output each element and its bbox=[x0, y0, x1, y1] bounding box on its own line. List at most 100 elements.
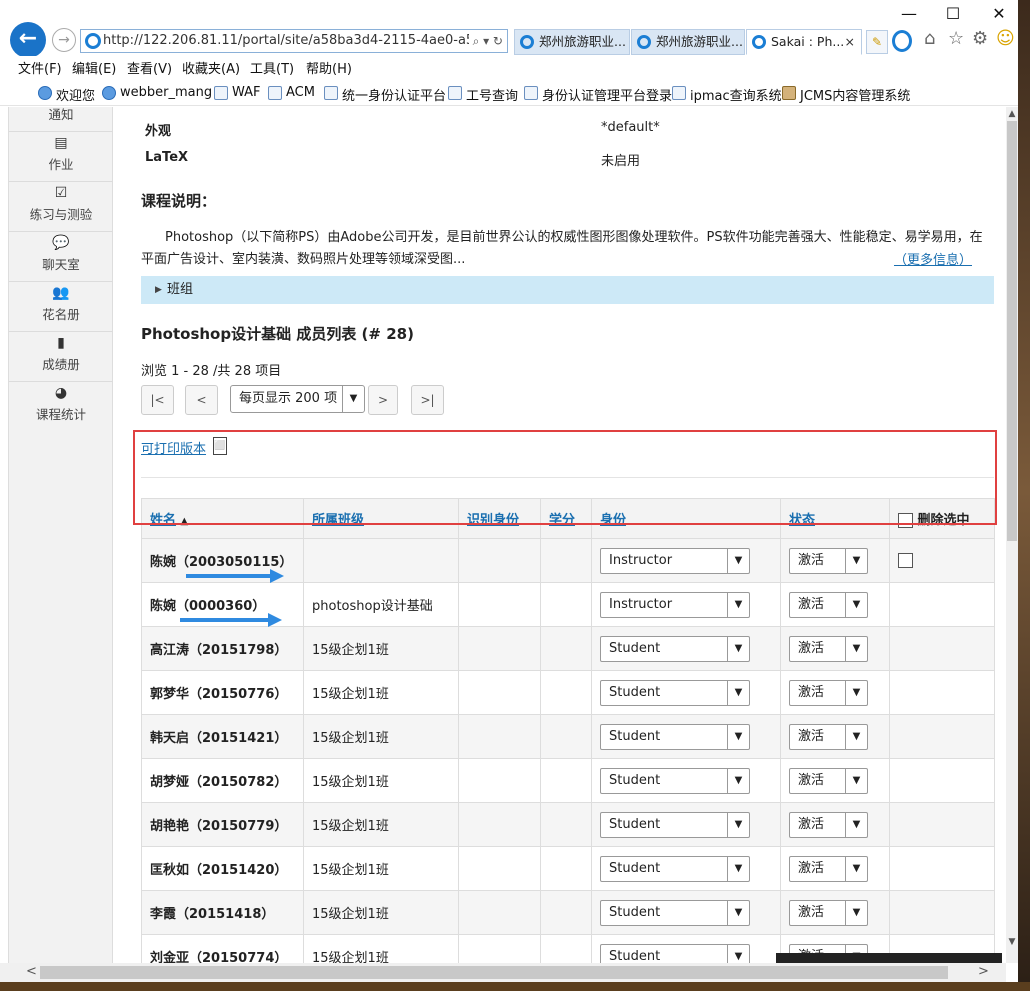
tab-label: 郑州旅游职业... bbox=[539, 34, 626, 49]
status-select[interactable]: 激活 ▼ bbox=[789, 635, 868, 662]
sidebar-item-statistics[interactable]: ◕ 课程统计 bbox=[9, 382, 113, 432]
scroll-right-icon[interactable]: > bbox=[978, 964, 989, 979]
next-page-button[interactable]: > bbox=[368, 385, 398, 415]
menu-tools[interactable]: 工具(T) bbox=[250, 58, 294, 77]
menu-favorites[interactable]: 收藏夹(A) bbox=[182, 58, 240, 77]
member-class: 15级企划1班 bbox=[303, 714, 459, 759]
role-value: Student bbox=[609, 860, 661, 876]
scroll-down-icon[interactable]: ▼ bbox=[1006, 937, 1018, 947]
sidebar-item-roster[interactable]: 👥 花名册 bbox=[9, 282, 113, 332]
tab-1[interactable]: 郑州旅游职业... bbox=[514, 29, 630, 55]
member-identity bbox=[458, 846, 541, 891]
status-select[interactable]: 激活 ▼ bbox=[789, 591, 868, 618]
fav-auth-login[interactable]: 身份认证管理平台登录 bbox=[524, 85, 672, 104]
chevron-down-icon: ▼ bbox=[727, 812, 749, 837]
fav-identity-platform[interactable]: 统一身份认证平台 bbox=[324, 85, 446, 104]
role-select[interactable]: Student ▼ bbox=[600, 899, 750, 926]
home-icon[interactable]: ⌂ bbox=[924, 28, 935, 49]
member-delete-cell bbox=[889, 538, 995, 583]
role-select[interactable]: Student ▼ bbox=[600, 855, 750, 882]
fav-welcome[interactable]: 欢迎您 bbox=[38, 85, 95, 104]
prev-page-button[interactable]: < bbox=[185, 385, 218, 415]
smiley-icon[interactable]: ☺ bbox=[996, 28, 1015, 49]
vertical-scrollbar[interactable]: ▲ ▼ bbox=[1006, 107, 1018, 963]
close-button[interactable]: ✕ bbox=[984, 4, 1014, 26]
page-size-select[interactable]: 每页显示 200 项 ▼ bbox=[230, 385, 365, 413]
member-role-cell: Student ▼ bbox=[591, 890, 781, 935]
vertical-scroll-thumb[interactable] bbox=[1007, 121, 1017, 541]
forward-arrow-icon[interactable]: → bbox=[52, 28, 76, 52]
member-role-cell: Student ▼ bbox=[591, 670, 781, 715]
role-select[interactable]: Instructor ▼ bbox=[600, 547, 750, 574]
new-tab-button[interactable]: ✎ bbox=[866, 30, 888, 54]
member-identity bbox=[458, 934, 541, 963]
menu-view[interactable]: 查看(V) bbox=[127, 58, 172, 77]
status-select[interactable]: 激活 ▼ bbox=[789, 767, 868, 794]
status-select[interactable]: 激活 ▼ bbox=[789, 547, 868, 574]
address-bar[interactable]: http://122.206.81.11/portal/site/a58ba3d… bbox=[80, 29, 508, 53]
member-class: 15级企划1班 bbox=[303, 758, 459, 803]
status-select[interactable]: 激活 ▼ bbox=[789, 811, 868, 838]
role-select[interactable]: Instructor ▼ bbox=[600, 591, 750, 618]
status-select[interactable]: 激活 ▼ bbox=[789, 723, 868, 750]
sidebar-item-chat[interactable]: 💬 聊天室 bbox=[9, 232, 113, 282]
minimize-button[interactable]: — bbox=[894, 4, 924, 26]
star-icon[interactable]: ☆ bbox=[948, 28, 964, 49]
notification-popup[interactable] bbox=[776, 953, 1002, 963]
chevron-down-icon: ▼ bbox=[845, 724, 867, 749]
status-value: 激活 bbox=[798, 772, 825, 788]
last-page-button[interactable]: >| bbox=[411, 385, 444, 415]
scroll-up-icon[interactable]: ▲ bbox=[1006, 109, 1018, 119]
horizontal-scrollbar[interactable]: < > bbox=[0, 963, 1006, 982]
more-info-link[interactable]: （更多信息） bbox=[894, 249, 972, 268]
back-arrow-icon[interactable]: ← bbox=[10, 22, 46, 58]
gear-icon[interactable]: ⚙ bbox=[972, 28, 988, 49]
sidebar-item-gradebook[interactable]: ▮ 成绩册 bbox=[9, 332, 113, 382]
role-select[interactable]: Student ▼ bbox=[600, 723, 750, 750]
fav-jcms[interactable]: JCMS内容管理系统 bbox=[782, 85, 910, 104]
chevron-down-icon: ▼ bbox=[727, 680, 749, 705]
status-select[interactable]: 激活 ▼ bbox=[789, 855, 868, 882]
role-select[interactable]: Student ▼ bbox=[600, 767, 750, 794]
role-select[interactable]: Student ▼ bbox=[600, 679, 750, 706]
tab-close-icon[interactable]: × bbox=[845, 30, 855, 54]
member-name: 韩天启（20151421） bbox=[141, 714, 304, 759]
ie-tab-icon bbox=[637, 35, 651, 49]
browse-count: 浏览 1 - 28 /共 28 项目 bbox=[141, 364, 282, 379]
delete-checkbox[interactable] bbox=[898, 553, 913, 568]
menu-edit[interactable]: 编辑(E) bbox=[72, 58, 116, 77]
fav-webber[interactable]: webber_mang bbox=[102, 85, 212, 100]
sidebar-item-label: 聊天室 bbox=[42, 257, 80, 272]
member-status-cell: 激活 ▼ bbox=[780, 714, 890, 759]
address-tools-icon[interactable]: ⌕ ▾ ↻ bbox=[468, 30, 503, 52]
tab-2[interactable]: 郑州旅游职业... bbox=[631, 29, 745, 55]
member-role-cell: Student ▼ bbox=[591, 714, 781, 759]
fav-acm[interactable]: ACM bbox=[268, 85, 315, 100]
horizontal-scroll-thumb[interactable] bbox=[40, 966, 948, 979]
role-select[interactable]: Student ▼ bbox=[600, 811, 750, 838]
fav-staff-id[interactable]: 工号查询 bbox=[448, 85, 518, 104]
role-select[interactable]: Student ▼ bbox=[600, 943, 750, 963]
status-select[interactable]: 激活 ▼ bbox=[789, 899, 868, 926]
tab-3-active[interactable]: Sakai : Ph... × bbox=[746, 29, 862, 55]
fav-ipmac[interactable]: ipmac查询系统 bbox=[672, 85, 782, 104]
sidebar-item-assignments[interactable]: ▤ 作业 bbox=[9, 132, 113, 182]
sidebar-item-tests[interactable]: ☑ 练习与测验 bbox=[9, 182, 113, 232]
role-value: Student bbox=[609, 816, 661, 832]
ie-icon[interactable] bbox=[892, 30, 912, 52]
chevron-down-icon: ▼ bbox=[845, 680, 867, 705]
member-delete-cell bbox=[889, 846, 995, 891]
member-role-cell: Instructor ▼ bbox=[591, 582, 781, 627]
first-page-button[interactable]: |< bbox=[141, 385, 174, 415]
menu-help[interactable]: 帮助(H) bbox=[306, 58, 352, 77]
role-select[interactable]: Student ▼ bbox=[600, 635, 750, 662]
group-toggle[interactable]: ▶ 班组 bbox=[141, 276, 994, 304]
scroll-left-icon[interactable]: < bbox=[26, 964, 37, 979]
fav-waf[interactable]: WAF bbox=[214, 85, 261, 100]
sidebar-item-notice[interactable]: ✉ 通知 bbox=[9, 107, 113, 132]
status-select[interactable]: 激活 ▼ bbox=[789, 679, 868, 706]
maximize-button[interactable]: ☐ bbox=[938, 4, 968, 26]
member-credit bbox=[540, 626, 592, 671]
appearance-key: 外观 bbox=[145, 124, 172, 139]
menu-file[interactable]: 文件(F) bbox=[18, 58, 62, 77]
